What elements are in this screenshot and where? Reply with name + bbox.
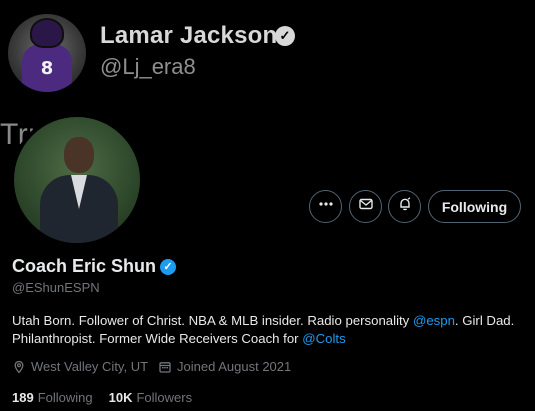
notification-button[interactable] [388, 190, 421, 223]
head-graphic [64, 137, 94, 173]
name-row: Coach Eric Shun ✓ [12, 256, 177, 277]
location-pin-icon [12, 360, 26, 374]
banner-verified-icon: ✓ [275, 26, 295, 46]
bio-mention-espn[interactable]: @espn [413, 313, 455, 328]
more-options-button[interactable] [309, 190, 342, 223]
following-label: Following [37, 390, 93, 405]
location-item: West Valley City, UT [12, 359, 148, 374]
followers-count: 10K [108, 390, 133, 405]
followers-label: Followers [136, 390, 193, 405]
following-count: 189 [12, 390, 34, 405]
banner-handle: @Lj_era8 [100, 54, 196, 79]
bio-text: Utah Born. Follower of Christ. NBA & MLB… [12, 313, 413, 328]
profile-meta: West Valley City, UT Joined August 2021 [12, 359, 301, 374]
message-button[interactable] [349, 190, 382, 223]
joined-item: Joined August 2021 [158, 359, 291, 374]
jersey-number: 8 [40, 58, 54, 79]
followers-stat[interactable]: 10K Followers [109, 390, 192, 405]
profile-handle: @EShunESPN [12, 280, 100, 295]
bio-mention-colts[interactable]: @Colts [302, 331, 345, 346]
display-name: Coach Eric Shun [12, 256, 157, 276]
profile-avatar[interactable] [10, 113, 144, 247]
joined-text: Joined August 2021 [177, 359, 292, 374]
profile-bio: Utah Born. Follower of Christ. NBA & MLB… [12, 312, 522, 348]
profile-stats: 189 Following 10K Followers [12, 390, 208, 405]
notification-bell-icon [397, 196, 413, 217]
verified-icon[interactable]: ✓ [160, 258, 177, 275]
following-button[interactable]: Following [428, 190, 521, 223]
banner-name: Lamar Jackson [100, 22, 278, 49]
more-icon [318, 196, 334, 217]
location-text: West Valley City, UT [31, 359, 149, 374]
message-icon [358, 196, 374, 217]
calendar-icon [158, 360, 172, 374]
banner-avatar: 8 [8, 14, 86, 92]
following-stat[interactable]: 189 Following [12, 390, 93, 405]
helmet-graphic [30, 18, 64, 48]
